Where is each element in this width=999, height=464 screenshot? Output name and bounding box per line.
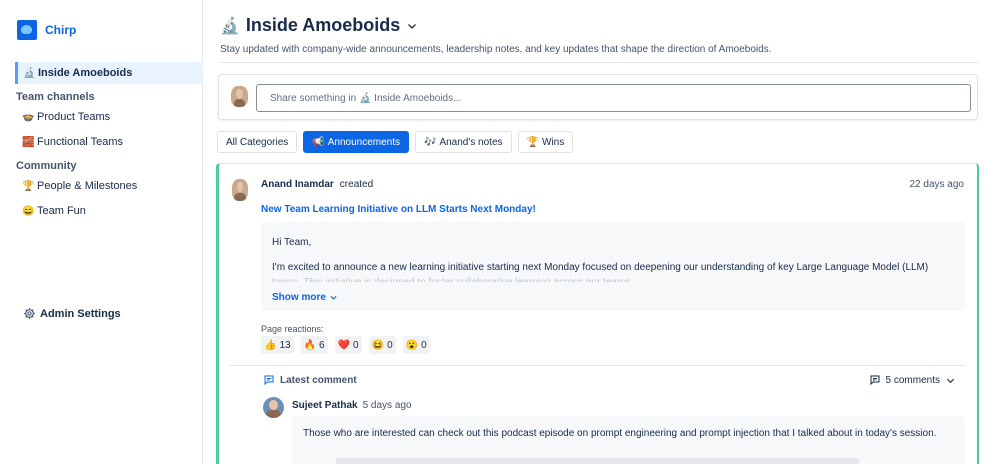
sidebar-item-team-fun[interactable]: 😄 Team Fun <box>22 205 86 217</box>
reaction-count: 0 <box>353 339 359 351</box>
post-title-link[interactable]: New Team Learning Initiative on LLM Star… <box>261 204 536 215</box>
sidebar-item-label: Inside Amoeboids <box>38 67 133 79</box>
post-author[interactable]: Anand Inamdar <box>261 179 334 190</box>
reaction-fire[interactable]: 🔥 6 <box>300 336 328 354</box>
microscope-icon: 🔬 <box>23 67 36 79</box>
reactions-label: Page reactions: <box>261 324 324 334</box>
share-input[interactable]: Share something in 🔬 Inside Amoeboids... <box>256 84 971 112</box>
chevron-down-icon <box>946 378 955 383</box>
latest-comment-label: Latest comment <box>280 374 357 386</box>
category-filters: All Categories 📢 Announcements 🎶 Anand's… <box>217 131 574 153</box>
divider <box>229 365 965 366</box>
reactions-bar: 👍 13 🔥 6 ❤️ 0 😆 0 😮 0 <box>261 336 430 354</box>
post-action: created <box>339 179 374 190</box>
divider <box>220 62 978 63</box>
sidebar-item-product-teams[interactable]: 🍲 Product Teams <box>22 111 110 123</box>
avatar <box>232 179 248 201</box>
gear-icon <box>24 308 35 319</box>
page-subtitle: Stay updated with company-wide announcem… <box>220 44 772 55</box>
category-chip-wins[interactable]: 🏆 Wins <box>517 131 574 153</box>
category-chip-announcements[interactable]: 📢 Announcements <box>303 131 409 153</box>
comment-text: Those who are interested can check out t… <box>303 428 937 439</box>
comment-icon <box>264 375 274 386</box>
comment-author[interactable]: Sujeet Pathak <box>292 400 358 411</box>
sidebar-item-people-milestones[interactable]: 🏆 People & Milestones <box>22 180 137 192</box>
brand-name: Chirp <box>45 23 77 37</box>
show-more-button[interactable]: Show more <box>272 288 952 306</box>
avatar <box>263 397 284 418</box>
bricks-icon: 🧱 <box>22 136 35 148</box>
comments-toggle[interactable]: 5 comments <box>869 374 956 386</box>
megaphone-icon: 📢 <box>312 136 325 148</box>
trophy-icon: 🏆 <box>526 136 539 148</box>
comments-count: 5 comments <box>885 374 940 386</box>
post-greeting: Hi Team, <box>272 237 312 248</box>
comment-timestamp: 5 days ago <box>362 400 412 411</box>
sidebar-item-label: Product Teams <box>37 111 111 123</box>
group-label-community: Community <box>16 160 77 172</box>
chip-label: Wins <box>541 136 565 148</box>
chip-label: Anand's notes <box>439 136 503 148</box>
post-body: Hi Team, I'm excited to announce a new l… <box>261 222 965 311</box>
reaction-count: 13 <box>279 339 291 351</box>
reaction-wow[interactable]: 😮 0 <box>402 336 430 354</box>
group-label-team-channels: Team channels <box>16 91 95 103</box>
chevron-down-icon <box>330 295 337 300</box>
trophy-icon: 🏆 <box>22 180 35 192</box>
avatar <box>231 86 248 107</box>
category-chip-all[interactable]: All Categories <box>217 131 298 153</box>
comment-icon <box>870 375 880 386</box>
sidebar: Chirp 🔬 Inside Amoeboids Team channels 🍲… <box>0 0 203 464</box>
heart-icon: ❤️ <box>337 339 351 351</box>
category-chip-anands-notes[interactable]: 🎶 Anand's notes <box>415 131 512 153</box>
sidebar-item-inside-amoeboids[interactable]: 🔬 Inside Amoeboids <box>15 62 203 84</box>
brand[interactable]: Chirp <box>17 20 76 40</box>
chip-label: All Categories <box>226 136 289 148</box>
music-notes-icon: 🎶 <box>424 136 437 148</box>
fire-icon: 🔥 <box>303 339 317 351</box>
brand-logo-icon <box>17 20 37 40</box>
comment-embed[interactable] <box>336 458 859 464</box>
microscope-icon: 🔬 <box>220 17 240 35</box>
show-more-label: Show more <box>272 291 326 303</box>
latest-comment-header: Latest comment <box>263 374 357 386</box>
bowl-icon: 🍲 <box>22 111 35 123</box>
admin-settings-button[interactable]: Admin Settings <box>23 307 121 320</box>
admin-settings-label: Admin Settings <box>40 307 121 320</box>
chip-label: Announcements <box>327 136 400 148</box>
reaction-thumbs-up[interactable]: 👍 13 <box>261 336 294 354</box>
post-text-faded: topics. This initiative is designed to f… <box>272 275 954 282</box>
sidebar-item-functional-teams[interactable]: 🧱 Functional Teams <box>22 136 123 148</box>
reaction-heart[interactable]: ❤️ 0 <box>334 336 362 354</box>
main-content: 🔬 Inside Amoeboids Stay updated with com… <box>203 0 999 464</box>
comment-meta: Sujeet Pathak 5 days ago <box>292 400 412 411</box>
reaction-count: 0 <box>387 339 393 351</box>
reaction-laugh[interactable]: 😆 0 <box>368 336 396 354</box>
laugh-icon: 😆 <box>371 339 385 351</box>
space-title-dropdown[interactable]: 🔬 Inside Amoeboids <box>220 15 418 36</box>
post-timestamp: 22 days ago <box>909 179 965 190</box>
thumbs-up-icon: 👍 <box>264 339 277 351</box>
reaction-count: 6 <box>319 339 325 351</box>
comment-body: Those who are interested can check out t… <box>292 416 965 464</box>
reaction-count: 0 <box>421 339 427 351</box>
sidebar-item-label: Functional Teams <box>37 136 124 148</box>
smile-icon: 😄 <box>22 205 35 217</box>
post-author-row: Anand Inamdar created <box>261 179 373 190</box>
sidebar-item-label: People & Milestones <box>37 180 138 192</box>
page-title: Inside Amoeboids <box>245 15 401 35</box>
sidebar-item-label: Team Fun <box>37 205 86 217</box>
post-composer: Share something in 🔬 Inside Amoeboids... <box>218 74 978 120</box>
post-text: I'm excited to announce a new learning i… <box>272 262 929 273</box>
chevron-down-icon <box>408 23 417 29</box>
wow-icon: 😮 <box>405 339 419 351</box>
post-card: Anand Inamdar created 22 days ago New Te… <box>216 163 979 464</box>
